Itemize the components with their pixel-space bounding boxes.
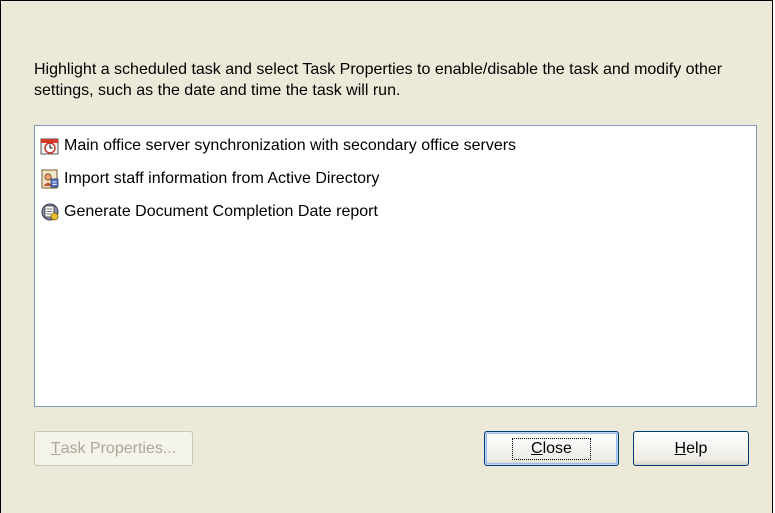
clock-icon [40,138,59,155]
task-label: Generate Document Completion Date report [64,203,378,220]
task-label: Import staff information from Active Dir… [64,170,380,187]
list-item[interactable]: Generate Document Completion Date report [40,200,378,224]
task-properties-mnemonic: T [50,439,61,457]
task-list[interactable]: Main office server synchronization with … [34,125,757,407]
list-item[interactable]: Main office server synchronization with … [40,134,516,158]
help-button[interactable]: Help [633,431,749,466]
task-properties-button[interactable]: Task Properties... [34,431,193,466]
task-properties-label: ask Properties... [60,439,177,457]
instructions-text: Highlight a scheduled task and select Ta… [34,61,723,99]
close-label: lose [542,439,572,457]
list-item[interactable]: Import staff information from Active Dir… [40,167,379,191]
help-mnemonic: H [674,439,687,457]
close-focus-ring: Close [512,437,591,460]
task-label: Main office server synchronization with … [64,137,517,154]
close-mnemonic: C [531,439,543,457]
close-button[interactable]: Close [484,431,619,466]
user-sync-icon [41,169,59,189]
help-label: elp [686,439,708,457]
scheduled-tasks-dialog: Highlight a scheduled task and select Ta… [0,0,773,513]
report-icon [41,203,59,221]
